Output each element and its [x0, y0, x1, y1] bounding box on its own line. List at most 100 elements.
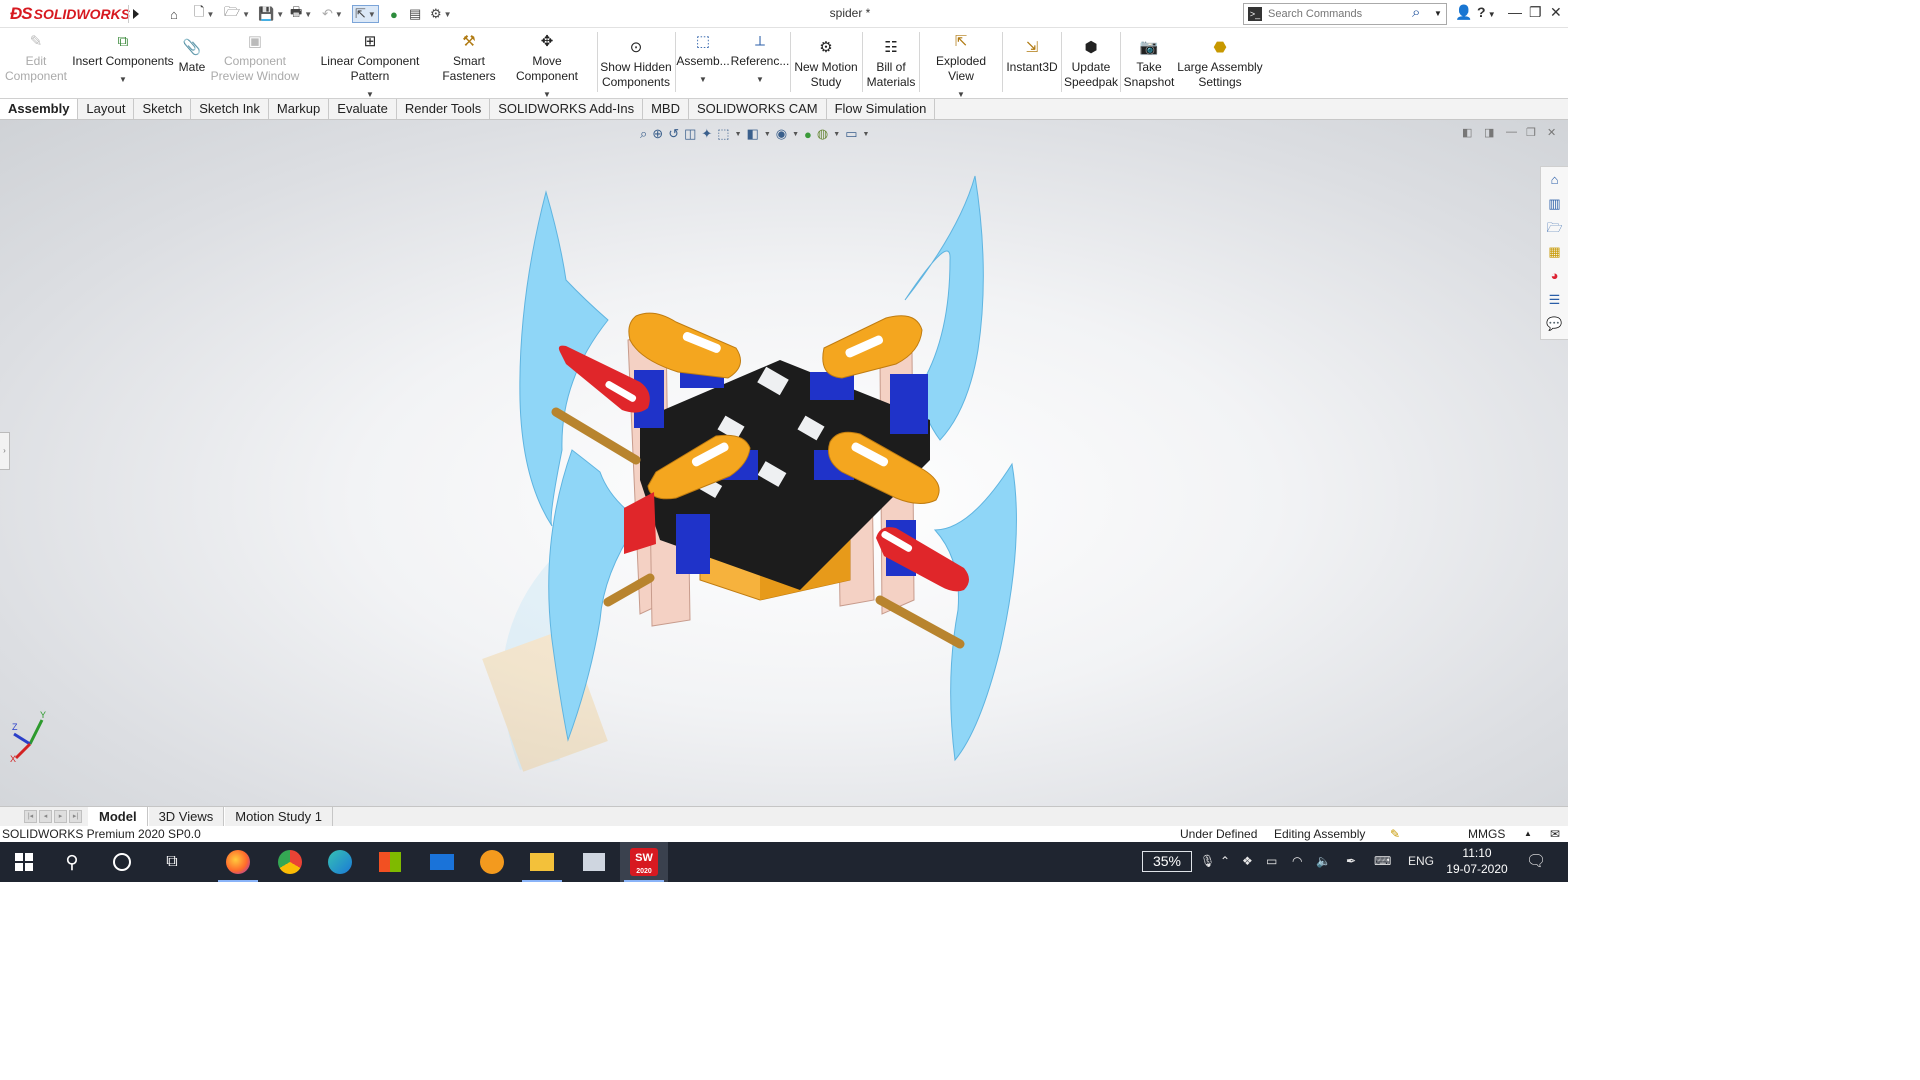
mate-button[interactable]: 📎 Mate — [176, 32, 208, 94]
clock[interactable]: 11:10 19-07-2020 — [1440, 845, 1514, 877]
prev-tab-icon[interactable]: ◂ — [39, 810, 52, 823]
tab-solidworks-add-ins[interactable]: SOLIDWORKS Add-Ins — [490, 99, 644, 119]
firefox-icon[interactable] — [214, 842, 262, 882]
update-speedpak-button[interactable]: ⬢ Update Speedpak — [1064, 32, 1118, 94]
home-icon[interactable]: ⌂ — [170, 5, 178, 23]
rebuild-icon[interactable]: ✎ — [1390, 826, 1400, 842]
battery-percent[interactable]: 35% — [1142, 851, 1192, 872]
battery-icon[interactable]: ▭ — [1266, 854, 1277, 868]
design-library-icon[interactable]: ▥ — [1546, 195, 1563, 212]
traffic-light-icon[interactable]: ● — [390, 5, 398, 23]
zoom-to-area-icon[interactable]: ⊕ — [652, 126, 663, 142]
show-hidden-icons-icon[interactable]: ⌃ — [1220, 854, 1230, 868]
view-palette-icon[interactable]: ▦ — [1546, 243, 1563, 260]
feature-manager-handle[interactable]: › — [0, 432, 10, 470]
print-icon[interactable]: 🖶 ▼ — [290, 4, 312, 23]
model-tab-model[interactable]: Model — [88, 807, 148, 826]
take-snapshot-button[interactable]: 📷 Take Snapshot — [1123, 32, 1175, 94]
customize-status-icon[interactable]: ✉ — [1550, 826, 1560, 842]
component-preview-window-button[interactable]: ▣ Component Preview Window — [210, 32, 300, 94]
hide-show-items-icon[interactable]: ◉ — [776, 126, 787, 142]
units-selector[interactable]: MMGS — [1468, 826, 1505, 842]
file-properties-icon[interactable]: ▤ — [409, 5, 421, 23]
volume-icon[interactable]: 🔈 — [1316, 854, 1331, 868]
exploded-view-button[interactable]: ⇱ Exploded View ▼ — [922, 32, 1000, 99]
select-cursor-icon[interactable]: ⇱ ▼ — [352, 5, 379, 23]
windows-start-icon[interactable] — [0, 842, 48, 882]
reference-geometry-button[interactable]: ⟂ Referenc... ▼ — [731, 32, 790, 94]
zoom-to-fit-icon[interactable]: ⌕ — [640, 126, 647, 142]
view-settings-icon[interactable]: ▭ — [845, 126, 857, 142]
solidworks-resources-icon[interactable]: ⌂ — [1546, 171, 1563, 188]
edit-appearance-icon[interactable]: ● — [804, 127, 812, 142]
smart-fasteners-button[interactable]: ⚒ Smart Fasteners — [440, 32, 498, 94]
tab-sketch-ink[interactable]: Sketch Ink — [191, 99, 269, 119]
section-view-icon[interactable]: ◫ — [684, 126, 696, 142]
spider-robot-model[interactable] — [0, 120, 1568, 806]
tab-flow-simulation[interactable]: Flow Simulation — [827, 99, 936, 119]
notification-icon[interactable]: 🗨 — [1526, 851, 1546, 871]
tile-right-icon[interactable]: ◨ — [1484, 126, 1494, 139]
options-gear-icon[interactable]: ⚙ ▼ — [430, 5, 452, 23]
search-commands[interactable]: >_ ⌕ ▼ — [1243, 3, 1447, 25]
open-folder-icon[interactable]: 🗁 ▼ — [224, 4, 250, 23]
edit-component-button[interactable]: ✎ Edit Component — [4, 32, 68, 94]
doc-restore-icon[interactable]: ❐ — [1526, 126, 1536, 139]
pen-icon[interactable]: ✒ — [1346, 854, 1356, 868]
large-assembly-settings-button[interactable]: ⬣ Large Assembly Settings — [1177, 32, 1263, 94]
doc-minimize-icon[interactable]: — — [1506, 126, 1517, 138]
appearances-icon[interactable]: ◕ — [1546, 267, 1563, 284]
tab-mbd[interactable]: MBD — [643, 99, 689, 119]
close-icon[interactable]: ✕ — [1550, 4, 1562, 21]
instant3d-button[interactable]: ⇲ Instant3D — [1005, 32, 1059, 94]
wifi-icon[interactable]: ◠ — [1292, 854, 1302, 868]
chevron-down-icon[interactable]: ▼ — [1434, 9, 1442, 18]
file-explorer-icon[interactable] — [518, 842, 566, 882]
custom-properties-icon[interactable]: ☰ — [1546, 291, 1563, 308]
graphics-area[interactable]: ⌕ ⊕ ↺ ◫ ✦ ⬚ ▼ ◧ ▼ ◉ ▼ ● ◍ ▼ ▭ ▼ ◧ ◨ — ❐ ✕ ⌂ ▥… — [0, 120, 1568, 806]
save-icon[interactable]: 💾 ▼ — [258, 5, 284, 23]
linear-component-pattern-button[interactable]: ⊞ Linear Component Pattern ▼ — [302, 32, 438, 99]
file-explorer-icon[interactable]: 🗁 — [1546, 219, 1563, 236]
microsoft-store-icon[interactable] — [366, 842, 414, 882]
first-tab-icon[interactable]: |◂ — [24, 810, 37, 823]
previous-view-icon[interactable]: ↺ — [668, 126, 679, 142]
units-arrow-icon[interactable]: ▲ — [1524, 826, 1532, 842]
apply-scene-icon[interactable]: ◍ — [817, 126, 828, 142]
new-document-icon[interactable]: 🗋 ▼ — [194, 4, 214, 23]
solidworks-logo[interactable]: ƉS SOLIDWORKS — [10, 4, 130, 24]
bill-of-materials-button[interactable]: ☷ Bill of Materials — [865, 32, 917, 94]
assembly-features-button[interactable]: ⬚ Assemb... ▼ — [676, 32, 729, 94]
chevron-down-icon[interactable]: ▼ — [119, 75, 127, 85]
chevron-down-icon[interactable]: ▼ — [756, 75, 764, 85]
tab-solidworks-cam[interactable]: SOLIDWORKS CAM — [689, 99, 827, 119]
undo-icon[interactable]: ↶ ▼ — [322, 5, 343, 23]
doc-close-icon[interactable]: ✕ — [1547, 126, 1556, 139]
brave-icon[interactable] — [468, 842, 516, 882]
restore-icon[interactable]: ❐ — [1529, 4, 1542, 21]
tab-assembly[interactable]: Assembly — [0, 99, 79, 119]
mail-icon[interactable] — [418, 842, 466, 882]
menu-expand-arrow-icon[interactable] — [128, 5, 142, 23]
search-icon[interactable]: ⚲ — [48, 842, 96, 882]
keyboard-icon[interactable]: ⌨ — [1374, 854, 1391, 868]
forum-icon[interactable]: 💬 — [1546, 315, 1563, 332]
microphone-icon[interactable]: 🎙 — [1200, 854, 1215, 868]
model-tab-3d-views[interactable]: 3D Views — [147, 807, 225, 826]
minimize-icon[interactable]: — — [1508, 4, 1522, 20]
leg-front-right[interactable] — [933, 462, 1017, 762]
tab-markup[interactable]: Markup — [269, 99, 330, 119]
show-hidden-components-button[interactable]: ⊙ Show Hidden Components — [600, 32, 672, 94]
chrome-icon[interactable] — [266, 842, 314, 882]
help-icon[interactable]: ? ▼ — [1477, 4, 1496, 20]
dynamic-annotation-icon[interactable]: ✦ — [701, 126, 712, 142]
task-view-icon[interactable]: ⧉ — [148, 842, 196, 882]
user-account-icon[interactable]: 👤 — [1455, 4, 1472, 21]
next-tab-icon[interactable]: ▸ — [54, 810, 67, 823]
solidworks-taskbar-icon[interactable]: SW 2020 — [620, 842, 668, 882]
photos-icon[interactable] — [570, 842, 618, 882]
edge-icon[interactable] — [316, 842, 364, 882]
dropbox-icon[interactable]: ❖ — [1242, 854, 1253, 868]
last-tab-icon[interactable]: ▸| — [69, 810, 82, 823]
insert-components-button[interactable]: ⧉ Insert Components ▼ — [72, 32, 174, 94]
